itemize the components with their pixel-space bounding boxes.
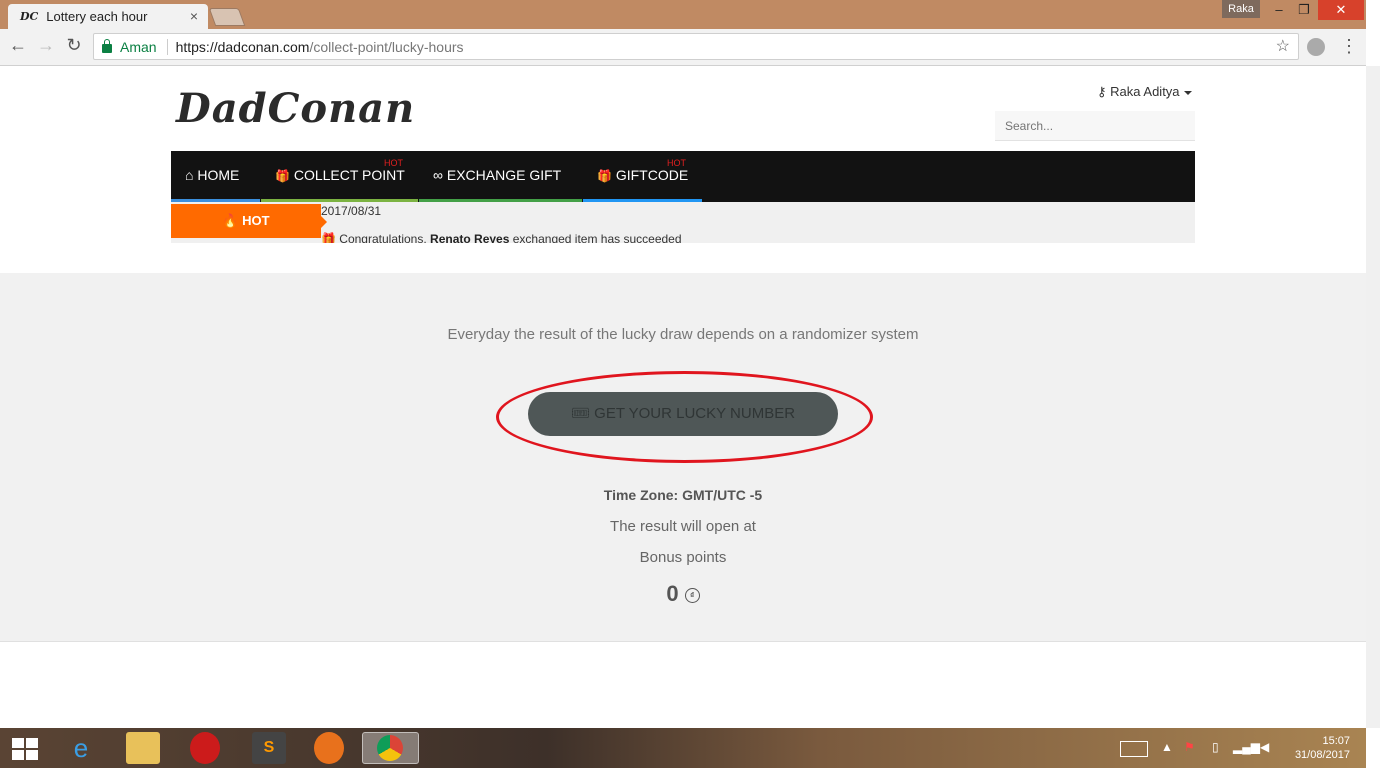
opera-icon[interactable]: [190, 732, 220, 764]
main-nav: ⌂ HOME 🎁 COLLECT POINT HOT ∞ EXCHANGE GI…: [171, 151, 1195, 202]
firefox-icon[interactable]: [314, 732, 344, 764]
gift-icon: 🎁: [321, 232, 336, 243]
volume-icon[interactable]: ◀: [1260, 740, 1269, 754]
chrome-icon: [377, 735, 403, 761]
page-content: DadConan ⚷ Raka Aditya ⌂ HOME 🎁 COLLECT …: [0, 67, 1366, 728]
fire-icon: 🔥: [222, 213, 239, 228]
user-name: Raka Aditya: [1110, 84, 1180, 99]
site-logo[interactable]: DadConan: [176, 85, 415, 132]
caret-down-icon: [1183, 90, 1192, 95]
taskbar-clock[interactable]: 15:07 31/08/2017: [1280, 734, 1350, 762]
url-host: https://dadconan.com: [175, 38, 310, 55]
windows-start-icon[interactable]: [12, 738, 38, 760]
new-tab-button[interactable]: [208, 8, 246, 26]
battery-icon[interactable]: ▯: [1212, 740, 1219, 754]
coin-icon: ₫: [684, 588, 700, 603]
result-open-text: The result will open at: [610, 518, 756, 535]
search-input[interactable]: [995, 111, 1195, 141]
ticker-message: 🎁 Congratulations, Renato Reyes exchange…: [321, 232, 682, 243]
nav-label: EXCHANGE GIFT: [446, 167, 562, 183]
tab-close-icon[interactable]: ×: [190, 8, 198, 24]
hot-badge: HOT: [667, 158, 686, 168]
file-explorer-icon[interactable]: [126, 732, 160, 764]
nav-label: COLLECT POINT: [293, 167, 405, 183]
gift-icon: 🎁: [275, 169, 290, 183]
os-taskbar: e S ▲ ⚑ ▯ ▂▄▆ ◀ 15:07 31/08/2017: [0, 728, 1366, 768]
nav-item-giftcode[interactable]: 🎁 GIFTCODE HOT: [583, 151, 702, 202]
lock-icon: [102, 38, 112, 53]
keyboard-icon[interactable]: [1120, 741, 1148, 757]
forward-button[interactable]: →: [35, 35, 57, 56]
user-menu[interactable]: ⚷ Raka Aditya: [1097, 84, 1192, 100]
browser-titlebar: DC Lottery each hour × Raka – ❐ ✕: [0, 0, 1366, 29]
glasses-icon: ∞: [433, 167, 443, 183]
news-ticker: 🔥 HOT 2017/08/31 🎁 Congratulations, Rena…: [171, 202, 1195, 243]
home-icon: ⌂: [185, 167, 194, 183]
reload-button[interactable]: ↻: [63, 35, 85, 56]
tray-expand-icon[interactable]: ▲: [1161, 740, 1173, 754]
address-separator: [166, 38, 168, 55]
sublime-text-icon[interactable]: S: [252, 732, 286, 764]
browser-profile-button[interactable]: Raka: [1222, 0, 1260, 18]
window-close-button[interactable]: ✕: [1318, 0, 1364, 20]
gift-icon: 🎁: [597, 169, 612, 183]
browser-menu-icon[interactable]: ⋮: [1340, 36, 1358, 57]
browser-toolbar: ← → ↻ Aman https://dadconan.com/collect-…: [0, 29, 1366, 66]
timezone-text: Time Zone: GMT/UTC -5: [603, 487, 763, 503]
hot-label-box[interactable]: 🔥 HOT: [171, 204, 327, 238]
nav-item-home[interactable]: ⌂ HOME: [171, 151, 260, 202]
nav-item-collect-point[interactable]: 🎁 COLLECT POINT HOT: [261, 151, 418, 202]
lucky-button-label: GET YOUR LUCKY NUMBER: [594, 405, 796, 422]
ticker-prefix: Congratulations: [339, 232, 424, 243]
network-icon[interactable]: ▂▄▆: [1233, 740, 1260, 754]
clock-time: 15:07: [1322, 735, 1350, 747]
nav-label: HOME: [197, 167, 240, 183]
bonus-label: Bonus points: [639, 549, 727, 566]
action-center-icon[interactable]: ⚑: [1184, 740, 1195, 754]
page-scrollbar[interactable]: [1366, 66, 1380, 728]
nav-item-exchange-gift[interactable]: ∞ EXCHANGE GIFT: [419, 151, 582, 202]
security-label: Aman: [120, 38, 157, 55]
ticker-suffix: exchanged item has succeeded: [512, 232, 682, 243]
window-minimize-button[interactable]: –: [1266, 0, 1292, 20]
ticket-icon: 🎟: [570, 405, 590, 422]
back-button[interactable]: ←: [7, 35, 29, 56]
extension-icon[interactable]: [1307, 38, 1325, 56]
chrome-taskbar-button[interactable]: [362, 732, 419, 764]
nav-label: GIFTCODE: [615, 167, 689, 183]
points-value: 0: [666, 581, 679, 606]
hot-label: HOT: [242, 213, 270, 228]
window-restore-button[interactable]: ❐: [1291, 0, 1317, 20]
tab-title: Lottery each hour: [46, 9, 148, 24]
address-bar[interactable]: Aman https://dadconan.com/collect-point/…: [93, 33, 1299, 60]
lucky-section: Everyday the result of the lucky draw de…: [0, 273, 1366, 642]
get-lucky-number-button[interactable]: 🎟 GET YOUR LUCKY NUMBER: [528, 392, 838, 436]
url-path: /collect-point/lucky-hours: [309, 38, 464, 55]
site-favicon-icon: DC: [20, 10, 39, 23]
internet-explorer-icon[interactable]: e: [64, 732, 98, 764]
browser-tab[interactable]: DC Lottery each hour ×: [8, 4, 208, 29]
hot-badge: HOT: [384, 158, 403, 168]
bonus-points: 0 ₫: [0, 581, 1366, 607]
key-icon: ⚷: [1097, 84, 1107, 99]
bookmark-star-icon[interactable]: ☆: [1276, 36, 1290, 56]
ticker-date: 2017/08/31: [321, 204, 382, 218]
ticker-user: Renato Reyes: [430, 232, 510, 243]
lucky-intro: Everyday the result of the lucky draw de…: [447, 326, 919, 343]
clock-date: 31/08/2017: [1294, 749, 1350, 761]
